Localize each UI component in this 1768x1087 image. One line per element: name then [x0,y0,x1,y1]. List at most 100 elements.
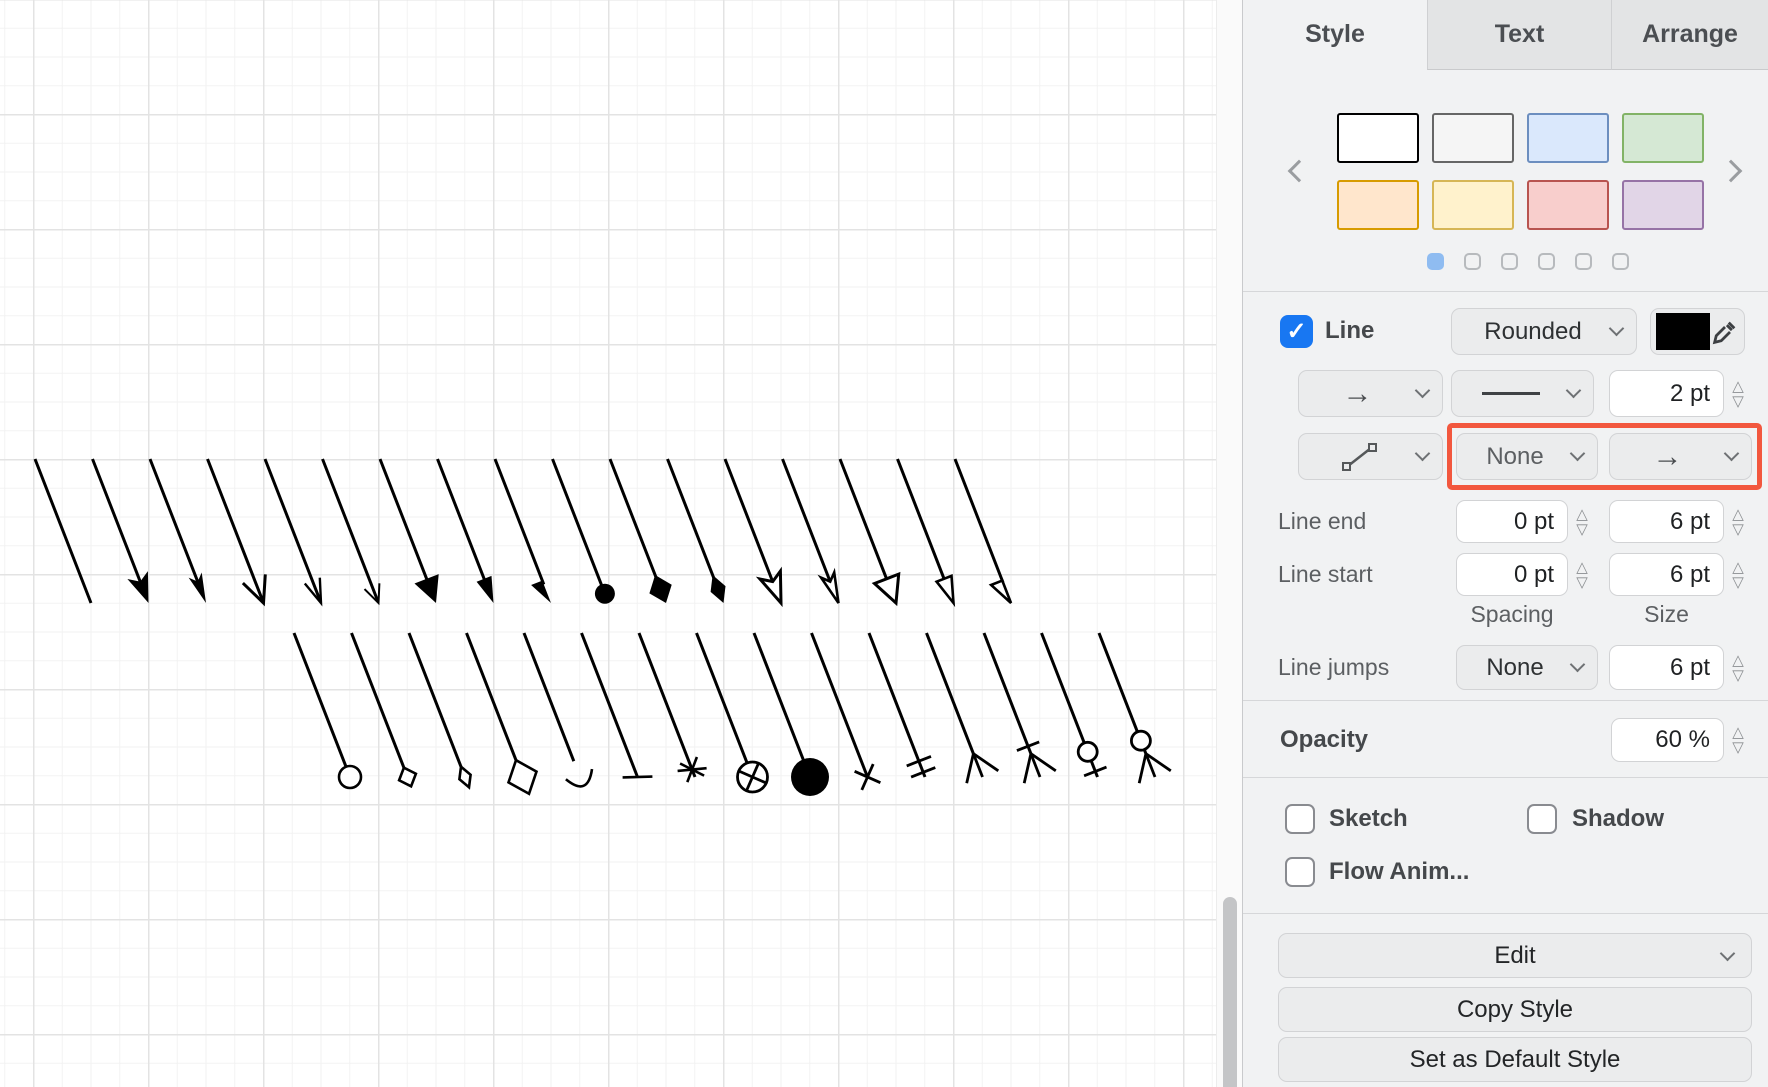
line-jumps-dropdown[interactable]: None [1456,645,1598,690]
swatch-page-dot[interactable] [1464,253,1481,270]
line-checkbox[interactable]: ✓ [1280,315,1313,348]
line-style-dropdown[interactable]: Rounded [1451,308,1637,355]
shadow-checkbox[interactable] [1527,804,1557,834]
line-pattern-dropdown[interactable] [1451,370,1594,417]
divider [1243,913,1768,914]
line-jumps-size-input[interactable]: 6 pt [1609,645,1724,690]
line-jumps-size-stepper[interactable]: △ ▽ [1727,645,1749,690]
swatch-page-dot[interactable] [1612,253,1629,270]
step-up-icon: △ [1732,507,1744,522]
divider [1243,700,1768,701]
line-style-value: Rounded [1484,318,1581,346]
tab-style[interactable]: Style [1243,0,1427,70]
copy-style-button[interactable]: Copy Style [1278,987,1752,1032]
line-width-input[interactable]: 2 pt [1609,370,1724,417]
step-up-icon: △ [1576,560,1588,575]
style-swatch[interactable] [1337,113,1419,163]
line-end-spacing-stepper[interactable]: △ ▽ [1571,500,1593,543]
step-down-icon: ▽ [1576,575,1588,590]
line-start-label: Line start [1278,553,1373,596]
flow-animation-checkbox[interactable] [1285,857,1315,887]
line-start-size-stepper[interactable]: △ ▽ [1727,553,1749,596]
chevron-down-icon [1609,320,1625,336]
opacity-stepper[interactable]: △ ▽ [1727,718,1749,762]
step-down-icon: ▽ [1732,394,1744,409]
chevron-down-icon [1724,445,1740,461]
vertical-scrollbar-track[interactable] [1216,0,1242,1087]
edit-button[interactable]: Edit [1278,933,1752,978]
flow-animation-label: Flow Anim... [1329,856,1469,888]
waypoints-dropdown[interactable] [1298,433,1443,480]
style-swatch[interactable] [1337,180,1419,230]
step-up-icon: △ [1576,507,1588,522]
chevron-down-icon [1415,382,1431,398]
style-swatch[interactable] [1432,113,1514,163]
divider [1243,291,1768,292]
line-end-label: Line end [1278,500,1366,543]
chevron-down-icon [1570,445,1586,461]
edit-button-label: Edit [1494,942,1535,970]
style-swatch[interactable] [1622,113,1704,163]
set-default-style-label: Set as Default Style [1410,1046,1621,1074]
diagram-canvas[interactable] [0,0,1216,1087]
step-down-icon: ▽ [1732,668,1744,683]
style-swatch[interactable] [1432,180,1514,230]
eyedropper-icon [1710,317,1740,347]
swatch-page-dot[interactable] [1427,253,1444,270]
line-jumps-value: None [1486,654,1543,682]
step-down-icon: ▽ [1732,740,1744,755]
check-icon: ✓ [1286,317,1306,346]
line-start-spacing-stepper[interactable]: △ ▽ [1571,553,1593,596]
line-style-solid-icon [1482,392,1540,395]
set-default-style-button[interactable]: Set as Default Style [1278,1037,1752,1082]
sketch-label: Sketch [1329,803,1408,835]
chevron-down-icon [1415,445,1431,461]
start-arrow-dropdown[interactable]: None [1456,433,1598,480]
swatch-prev-icon[interactable] [1288,160,1311,183]
line-end-spacing-input[interactable]: 0 pt [1456,500,1568,543]
spacing-label: Spacing [1456,601,1568,628]
line-width-stepper[interactable]: △ ▽ [1727,370,1749,417]
format-panel: Style Text Arrange ✓ Line Rounded → 2 pt… [1242,0,1768,1087]
style-swatch[interactable] [1527,180,1609,230]
sketch-checkbox[interactable] [1285,804,1315,834]
line-color-swatch [1656,313,1710,350]
straight-connector-icon [1340,441,1380,473]
swatch-page-dot[interactable] [1575,253,1592,270]
divider [1243,777,1768,778]
opacity-input[interactable]: 60 % [1611,718,1724,762]
step-up-icon: △ [1732,725,1744,740]
style-swatch[interactable] [1527,113,1609,163]
line-jumps-label: Line jumps [1278,645,1389,690]
end-arrow-dropdown[interactable]: → [1609,433,1752,480]
style-swatch[interactable] [1622,180,1704,230]
size-label: Size [1609,601,1724,628]
step-down-icon: ▽ [1576,522,1588,537]
swatch-page-dot[interactable] [1501,253,1518,270]
start-arrow-value: None [1486,443,1543,471]
line-start-spacing-input[interactable]: 0 pt [1456,553,1568,596]
step-up-icon: △ [1732,560,1744,575]
arrow-right-icon: → [1653,440,1683,474]
step-up-icon: △ [1732,653,1744,668]
step-down-icon: ▽ [1732,575,1744,590]
line-end-size-input[interactable]: 6 pt [1609,500,1724,543]
swatch-page-dot[interactable] [1538,253,1555,270]
opacity-label: Opacity [1280,718,1368,762]
line-end-size-stepper[interactable]: △ ▽ [1727,500,1749,543]
format-tabs: Style Text Arrange [1243,0,1768,70]
chevron-down-icon [1566,382,1582,398]
chevron-down-icon [1570,656,1586,672]
step-up-icon: △ [1732,379,1744,394]
swatch-next-icon[interactable] [1720,160,1743,183]
line-label: Line [1325,313,1374,349]
tab-arrange[interactable]: Arrange [1611,0,1768,70]
line-start-size-input[interactable]: 6 pt [1609,553,1724,596]
line-color-button[interactable] [1650,308,1745,355]
copy-style-label: Copy Style [1457,996,1573,1024]
tab-text[interactable]: Text [1427,0,1611,70]
step-down-icon: ▽ [1732,522,1744,537]
vertical-scrollbar-thumb[interactable] [1223,897,1237,1087]
connection-arrow-dropdown[interactable]: → [1298,370,1443,417]
chevron-down-icon [1720,946,1736,962]
